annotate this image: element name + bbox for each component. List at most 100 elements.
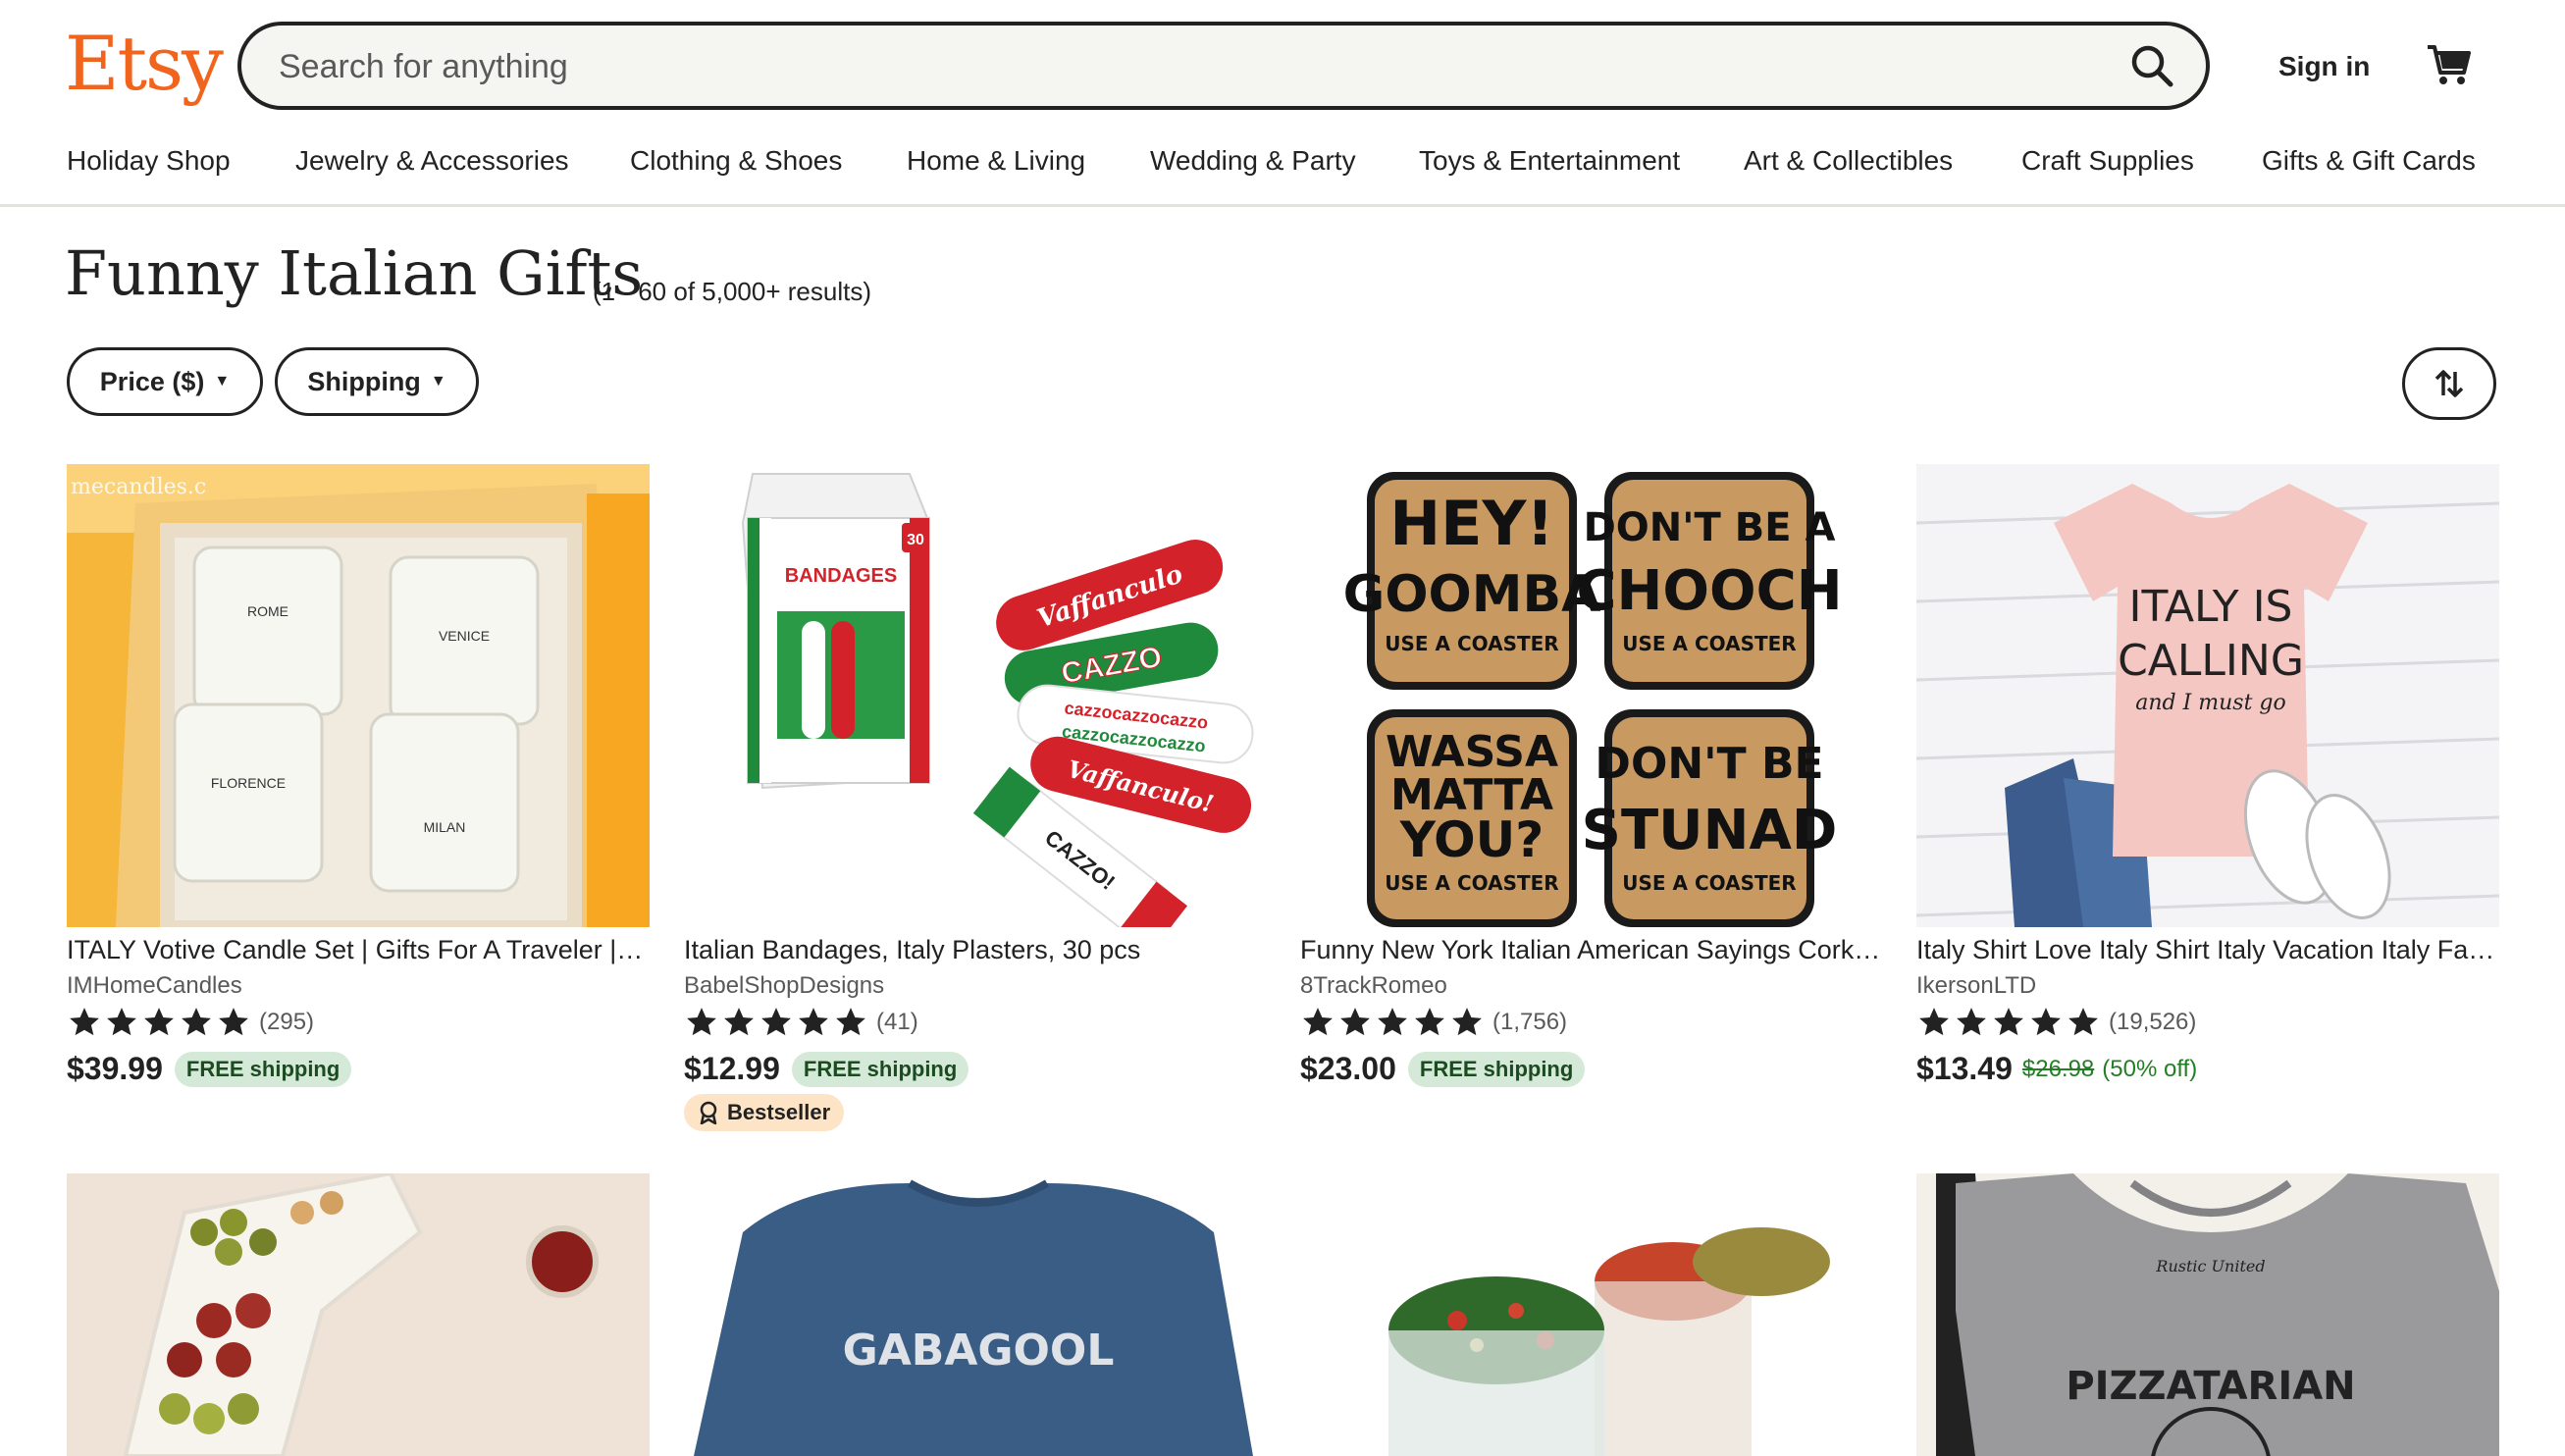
search-button[interactable] [2125, 39, 2180, 94]
star-icon [1919, 1008, 1949, 1036]
review-count: (295) [259, 1009, 315, 1035]
pizzatarian-tshirt-image: Rustic United PIZZATARIAN [1916, 1173, 2499, 1456]
price-row: $12.99 FREE shipping [684, 1051, 969, 1087]
listing-title[interactable]: Italy Shirt Love Italy Shirt Italy Vacat… [1916, 935, 2499, 965]
svg-text:GABAGOOL: GABAGOOL [843, 1326, 1115, 1376]
free-shipping-badge: FREE shipping [174, 1051, 352, 1087]
nav-holiday-shop[interactable]: Holiday Shop [67, 145, 231, 177]
star-rating: (19,526) [1916, 1006, 2196, 1039]
svg-text:USE A COASTER: USE A COASTER [1385, 632, 1558, 655]
nav-wedding-party[interactable]: Wedding & Party [1150, 145, 1356, 177]
listing-image[interactable]: ITALY IS CALLING and I must go [1916, 464, 2499, 927]
stars [684, 1006, 868, 1039]
svg-text:Rustic United: Rustic United [2155, 1257, 2265, 1275]
listing-image[interactable] [1300, 1173, 1883, 1456]
svg-text:FLORENCE: FLORENCE [211, 775, 286, 791]
bestseller-label: Bestseller [727, 1100, 831, 1124]
shipping-filter-button[interactable]: Shipping ▼ [275, 347, 479, 416]
svg-text:CALLING: CALLING [2118, 636, 2304, 686]
svg-text:mecandles.c: mecandles.c [71, 475, 206, 499]
star-icon [144, 1008, 174, 1036]
cart-button[interactable] [2424, 39, 2473, 88]
review-count: (41) [876, 1009, 918, 1035]
italy-shirt-image: ITALY IS CALLING and I must go [1916, 464, 2499, 927]
listing-image[interactable]: Rustic United PIZZATARIAN [1916, 1173, 2499, 1456]
stars [1300, 1006, 1485, 1039]
price-filter-button[interactable]: Price ($) ▼ [67, 347, 263, 416]
caret-down-icon: ▼ [214, 373, 231, 390]
nav-toys-entertainment[interactable]: Toys & Entertainment [1419, 145, 1680, 177]
listing-image[interactable] [67, 1173, 650, 1456]
shop-name[interactable]: IkersonLTD [1916, 972, 2036, 1000]
star-icon [1957, 1008, 1986, 1036]
star-icon [2068, 1008, 2098, 1036]
listing-title[interactable]: ITALY Votive Candle Set | Gifts For A Tr… [67, 935, 650, 965]
star-rating: (41) [684, 1006, 918, 1039]
star-icon [1303, 1008, 1333, 1036]
listing-title[interactable]: Funny New York Italian American Sayings … [1300, 935, 1883, 965]
shopping-cart-icon [2428, 45, 2471, 84]
svg-text:DON'T BE A: DON'T BE A [1584, 505, 1836, 550]
star-icon [761, 1008, 791, 1036]
svg-text:and I must go: and I must go [2135, 691, 2286, 715]
star-icon [182, 1008, 211, 1036]
shop-name[interactable]: BabelShopDesigns [684, 972, 884, 1000]
svg-text:BANDAGES: BANDAGES [785, 565, 897, 587]
result-count: (1 - 60 of 5,000+ results) [593, 277, 871, 306]
nav-home-living[interactable]: Home & Living [907, 145, 1085, 177]
price-row: $39.99 FREE shipping [67, 1051, 352, 1087]
site-header: Etsy Sign in Holiday Shop Jewelry & Acce… [0, 0, 2565, 207]
page-title: Funny Italian Gifts [65, 237, 644, 309]
sort-arrows-icon [2434, 370, 2464, 397]
star-icon [799, 1008, 828, 1036]
price: $12.99 [684, 1051, 780, 1086]
star-icon [724, 1008, 754, 1036]
svg-text:CHOOCH: CHOOCH [1576, 559, 1842, 623]
nav-craft-supplies[interactable]: Craft Supplies [2021, 145, 2194, 177]
search-icon [2131, 45, 2173, 87]
award-ribbon-icon [700, 1101, 717, 1124]
italy-tray-image [67, 1173, 650, 1456]
nav-art-collectibles[interactable]: Art & Collectibles [1744, 145, 1953, 177]
search-input[interactable] [277, 26, 2047, 108]
svg-text:ROME: ROME [247, 603, 288, 619]
star-icon [836, 1008, 865, 1036]
caret-down-icon: ▼ [430, 373, 446, 390]
price: $39.99 [67, 1051, 163, 1086]
svg-text:VENICE: VENICE [439, 628, 490, 644]
nav-clothing-shoes[interactable]: Clothing & Shoes [630, 145, 842, 177]
svg-text:DON'T BE: DON'T BE [1595, 739, 1823, 789]
svg-text:YOU?: YOU? [1399, 811, 1544, 868]
listing-image[interactable]: HEY! GOOMBA USE A COASTER DON'T BE A CHO… [1300, 464, 1883, 927]
shop-name[interactable]: IMHomeCandles [67, 972, 242, 1000]
original-price: $26.98 [2021, 1055, 2095, 1082]
listing-image[interactable]: mecandles.c ROME VENICE FLORENCE MILAN [67, 464, 650, 927]
etsy-logo[interactable]: Etsy [65, 20, 224, 107]
sign-in-link[interactable]: Sign in [2278, 51, 2370, 82]
listing-image[interactable]: 30 BANDAGES Vaffanculo CAZZO cazzocazzoc… [684, 464, 1267, 927]
star-icon [1452, 1008, 1482, 1036]
category-nav: Holiday Shop Jewelry & Accessories Cloth… [0, 145, 2565, 188]
price-filter-label: Price ($) [99, 366, 205, 396]
free-shipping-badge: FREE shipping [1407, 1051, 1586, 1087]
cork-coasters-image: HEY! GOOMBA USE A COASTER DON'T BE A CHO… [1300, 464, 1883, 927]
shop-name[interactable]: 8TrackRomeo [1300, 972, 1447, 1000]
star-icon [107, 1008, 136, 1036]
svg-text:USE A COASTER: USE A COASTER [1385, 871, 1558, 895]
listing-image[interactable]: GABAGOOL [684, 1173, 1267, 1456]
sort-button[interactable] [2402, 347, 2496, 420]
svg-text:30: 30 [907, 532, 924, 548]
star-icon [1415, 1008, 1444, 1036]
nav-gifts-gift-cards[interactable]: Gifts & Gift Cards [2262, 145, 2476, 177]
listing-title[interactable]: Italian Bandages, Italy Plasters, 30 pcs [684, 935, 1267, 965]
gabagool-sweatshirt-image: GABAGOOL [684, 1173, 1267, 1456]
svg-text:USE A COASTER: USE A COASTER [1622, 871, 1796, 895]
nav-jewelry-accessories[interactable]: Jewelry & Accessories [295, 145, 569, 177]
svg-text:PIZZATARIAN: PIZZATARIAN [2066, 1364, 2355, 1409]
search-bar [237, 22, 2210, 110]
stars [67, 1006, 251, 1039]
price: $23.00 [1300, 1051, 1396, 1086]
spice-jars-image [1300, 1173, 1883, 1456]
candle-set-image: mecandles.c ROME VENICE FLORENCE MILAN [67, 464, 650, 927]
review-count: (19,526) [2109, 1009, 2197, 1035]
